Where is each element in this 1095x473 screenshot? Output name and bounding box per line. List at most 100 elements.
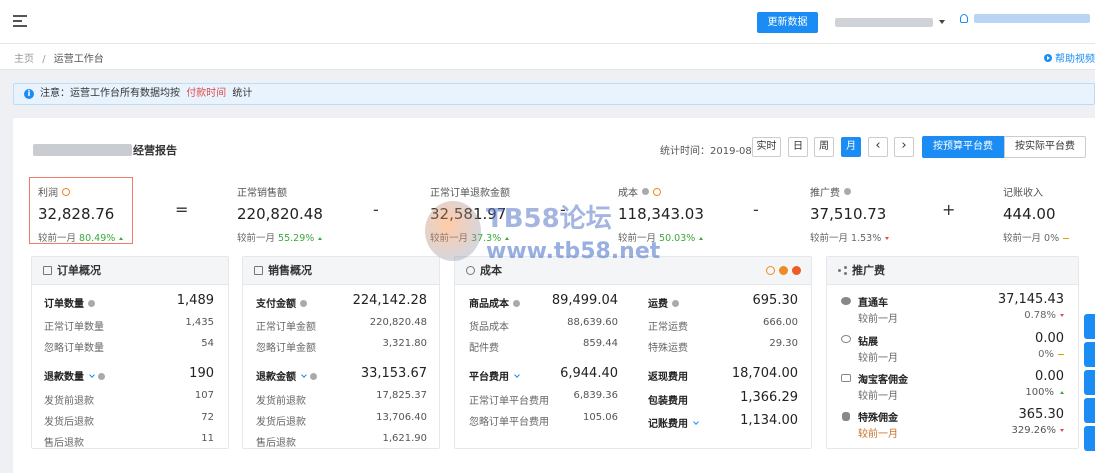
row-value: 11 — [201, 433, 214, 444]
notice-highlight: 付款时间 — [186, 88, 227, 99]
week-button[interactable]: 周 — [814, 137, 834, 157]
record-icon[interactable] — [792, 266, 801, 275]
breadcrumb: 主页 / 运营工作台 — [14, 50, 104, 65]
metric-cmp-label: 较前一月 — [38, 233, 77, 244]
metric-value: 32,828.76 — [38, 205, 115, 223]
help-icon — [513, 300, 520, 307]
breadcrumb-current: 运营工作台 — [53, 54, 104, 65]
metric-value: 32,581.97 — [430, 205, 507, 223]
metric-promotion[interactable]: 推广费 37,510.73 较前一月 1.53% — [810, 184, 890, 244]
next-period-button[interactable]: › — [894, 137, 914, 157]
menu-icon[interactable] — [13, 15, 27, 27]
update-data-button[interactable]: 更新数据 — [757, 12, 818, 33]
row-label: 特殊运费 — [648, 343, 688, 354]
metric-cost[interactable]: 成本 118,343.03 较前一月 50.03% — [618, 184, 704, 244]
help-icon — [844, 188, 851, 195]
panel-title: 订单概况 — [57, 263, 101, 277]
breadcrumb-home[interactable]: 主页 — [14, 54, 34, 65]
promo-value: 0.00 — [1035, 331, 1064, 346]
row-value: 18,704.00 — [731, 366, 798, 381]
row-value: 89,499.04 — [551, 293, 618, 308]
promo-cmp-label: 较前一月 — [858, 353, 898, 364]
prev-period-button[interactable]: ‹ — [868, 137, 888, 157]
row-value: 859.44 — [583, 338, 618, 349]
operator-plus: + — [942, 200, 956, 219]
metric-label: 记账收入 — [1003, 188, 1043, 199]
user-menu[interactable] — [960, 14, 1095, 23]
report-title: 经营报告 — [33, 142, 177, 158]
stat-time-label: 统计时间：2019-08 — [660, 146, 752, 157]
row-value: 88,639.60 — [567, 317, 618, 328]
panel-header: 订单概况 — [32, 257, 228, 285]
report-card: 经营报告 统计时间：2019-08 实时 日 周 月 ‹ › 按预算平台费 按实… — [13, 118, 1095, 473]
row-value: 72 — [201, 412, 214, 423]
metric-label: 利润 — [38, 188, 58, 199]
promo-value: 365.30 — [1018, 407, 1065, 422]
refund-amount-toggle[interactable]: 退款金额 — [256, 368, 317, 383]
promo-cmp: 100% — [1025, 387, 1054, 398]
row-label: 忽略订单平台费用 — [469, 417, 549, 428]
metric-label: 推广费 — [810, 188, 840, 199]
report-title-text: 经营报告 — [133, 144, 177, 157]
row-label: 配件费 — [469, 343, 499, 354]
actual-fee-tab[interactable]: 按实际平台费 — [1004, 136, 1086, 158]
metric-bookkeeping-income[interactable]: 记账收入 444.00 较前一月 0% — [1003, 184, 1070, 244]
row-value: 1,366.29 — [740, 390, 798, 405]
refund-count-toggle[interactable]: 退款数量 — [44, 368, 105, 383]
row-label: 包装费用 — [648, 396, 688, 407]
side-tab-phone[interactable] — [1084, 342, 1095, 367]
money-bag-icon — [842, 412, 850, 421]
trend-down-icon — [1060, 314, 1064, 317]
clock-icon[interactable] — [766, 266, 775, 275]
help-icon — [310, 373, 317, 380]
trend-down-icon — [885, 237, 890, 240]
help-video-link[interactable]: 帮助视频 — [1044, 50, 1095, 65]
bookkeeping-fee-toggle[interactable]: 记账费用 — [648, 415, 699, 430]
side-tab-chat[interactable] — [1084, 370, 1095, 395]
operator-minus: - — [373, 200, 379, 219]
metric-cmp-label: 较前一月 — [237, 233, 276, 244]
metric-profit[interactable]: 利润 32,828.76 较前一月 80.49% — [38, 184, 124, 244]
row-value: 105.06 — [583, 412, 618, 423]
info-icon: i — [24, 89, 34, 99]
sales-panel: 销售概况 支付金额 224,142.28 正常订单金额 220,820.48 忽… — [242, 256, 440, 449]
metric-label: 正常销售额 — [237, 188, 287, 199]
metric-label: 成本 — [618, 188, 638, 199]
metric-sales[interactable]: 正常销售额 220,820.48 较前一月 55.29% — [237, 184, 323, 244]
row-label: 正常运费 — [648, 322, 688, 333]
budget-fee-tab[interactable]: 按预算平台费 — [922, 136, 1004, 158]
row-value: 695.30 — [752, 293, 799, 308]
realtime-button[interactable]: 实时 — [752, 137, 781, 157]
side-tab-feedback[interactable] — [1084, 314, 1095, 339]
panel-title: 销售概况 — [268, 263, 312, 277]
top-bar: 更新数据 — [0, 0, 1095, 44]
row-label: 运费 — [648, 295, 679, 310]
settings-icon[interactable] — [779, 266, 788, 275]
promotion-panel: 推广费 直通车 37,145.43 较前一月 0.78% 钻展 0.00 较前一… — [826, 256, 1079, 449]
promo-cmp: 0.78% — [1024, 310, 1056, 321]
metric-value: 220,820.48 — [237, 205, 323, 223]
chevron-down-icon — [693, 419, 699, 425]
side-tab-top[interactable] — [1084, 426, 1095, 451]
promo-cmp-label: 较前一月 — [858, 391, 898, 402]
clock-icon — [653, 187, 661, 196]
row-value: 54 — [201, 338, 214, 349]
platform-fee-toggle[interactable]: 平台费用 — [469, 368, 520, 383]
user-name-redacted — [974, 14, 1090, 23]
trend-up-icon — [505, 237, 510, 240]
month-button[interactable]: 月 — [841, 137, 861, 157]
help-icon — [300, 300, 307, 307]
chevron-down-icon — [514, 372, 520, 378]
share-icon — [838, 266, 847, 275]
trend-flat-icon — [1063, 238, 1070, 239]
promo-cmp: 329.26% — [1011, 425, 1057, 436]
row-label: 售后退款 — [256, 438, 296, 449]
side-tab-qq[interactable] — [1084, 398, 1095, 423]
promo-cmp: 0% — [1038, 349, 1054, 360]
shop-select[interactable] — [835, 15, 945, 29]
row-label: 货品成本 — [469, 322, 509, 333]
promo-label: 直通车 — [858, 298, 888, 309]
day-button[interactable]: 日 — [788, 137, 808, 157]
trend-down-icon — [1060, 429, 1064, 432]
metric-refund[interactable]: 正常订单退款金额 32,581.97 较前一月 37.3% — [430, 184, 510, 244]
